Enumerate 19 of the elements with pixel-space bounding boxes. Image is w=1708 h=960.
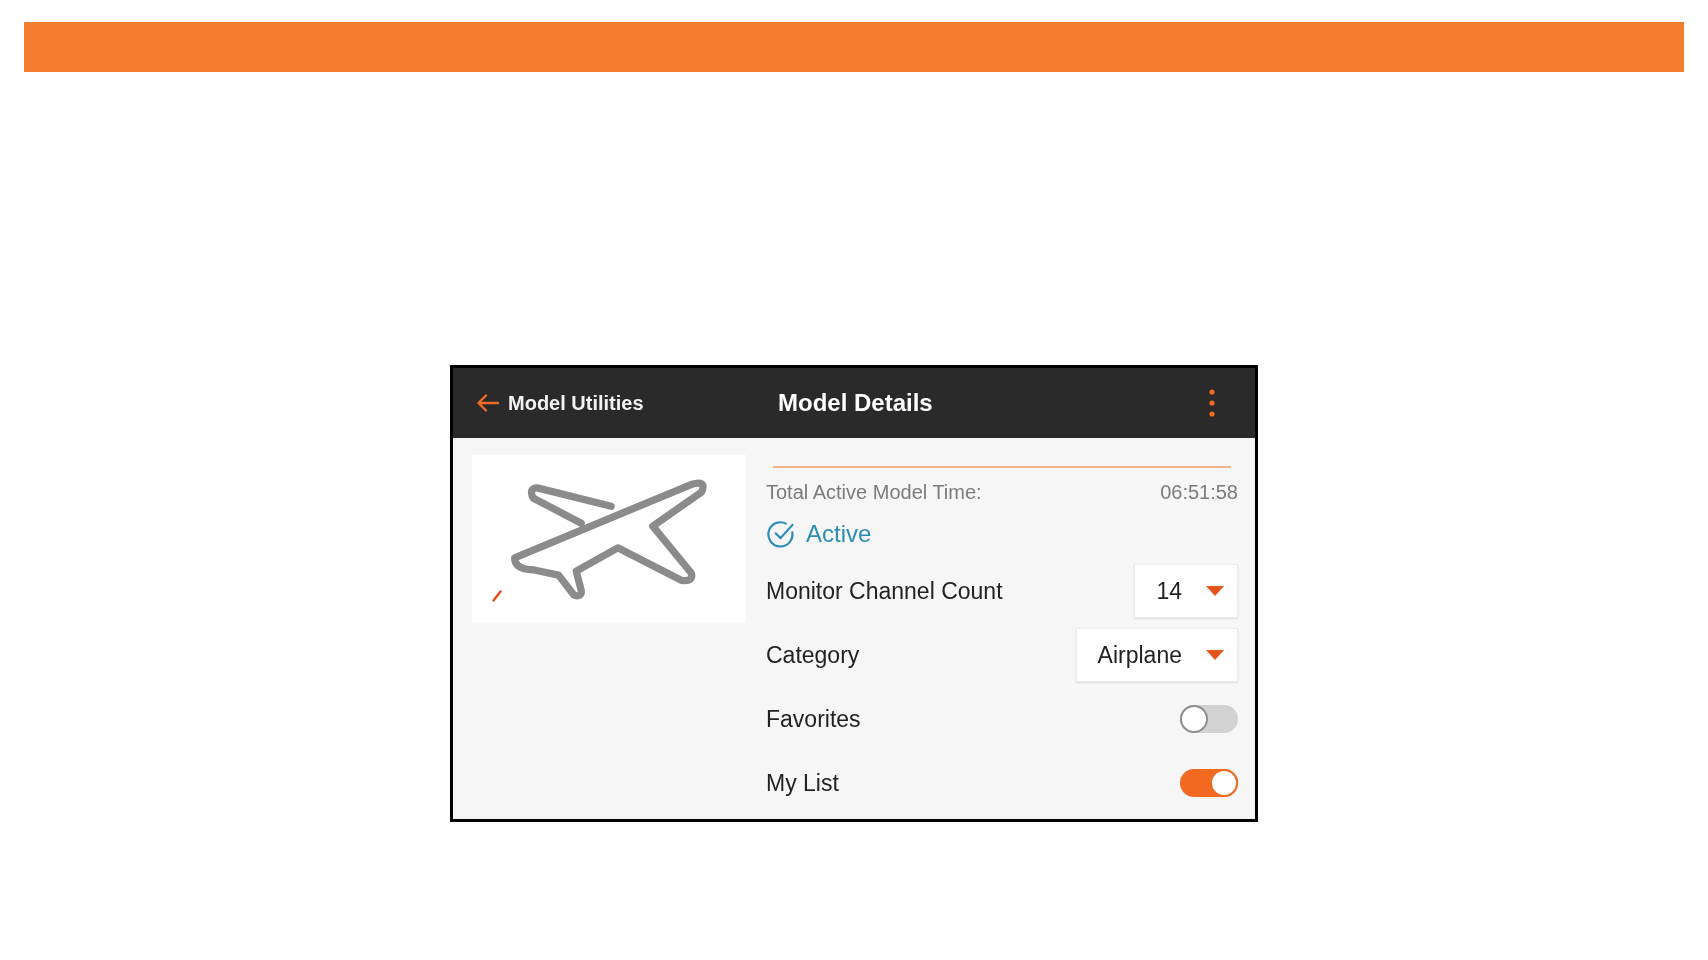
select-dropdown[interactable]: 14 <box>1134 564 1238 618</box>
menu-icon <box>1209 389 1215 417</box>
toggle-switch[interactable] <box>1180 769 1238 797</box>
toggle-switch[interactable] <box>1180 705 1238 733</box>
slash-mark-icon <box>492 590 502 602</box>
screen-title: Model Details <box>778 388 933 418</box>
setting-label: Favorites <box>766 704 861 734</box>
setting-label: My List <box>766 768 839 798</box>
caret-down-icon <box>1205 586 1225 596</box>
caret-down-icon <box>1205 650 1225 660</box>
select-dropdown[interactable]: Airplane <box>1075 628 1238 682</box>
back-button[interactable]: Model Utilities <box>477 388 644 418</box>
setting-label: Monitor Channel Count <box>766 576 1003 606</box>
menu-button[interactable] <box>1209 389 1215 417</box>
status-label: Active <box>806 519 872 549</box>
arrow-left-icon <box>477 394 499 412</box>
setting-label: Category <box>766 640 860 670</box>
total-time-label: Total Active Model Time: <box>766 480 982 505</box>
total-time-value: 06:51:58 <box>1160 480 1238 505</box>
